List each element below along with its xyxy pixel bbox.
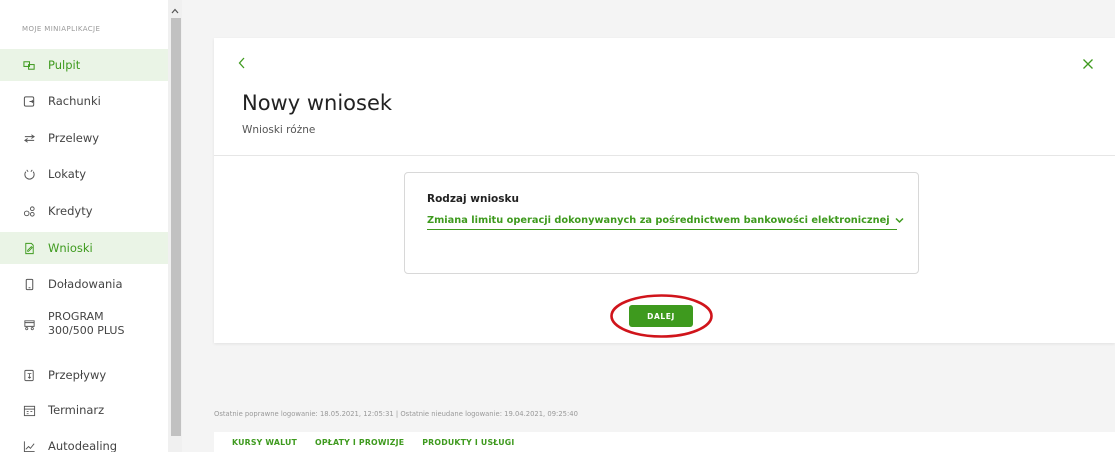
next-button-wrapper: DALEJ <box>609 293 714 339</box>
dashboard-icon <box>22 58 36 72</box>
request-type-select[interactable]: Zmiana limitu operacji dokonywanych za p… <box>427 211 904 230</box>
request-type-label: Rodzaj wniosku <box>427 193 519 205</box>
request-type-form: Rodzaj wniosku Zmiana limitu operacji do… <box>404 172 919 274</box>
sidebar: MOJE MINIAPLIKACJE Pulpit Rachunki Przel… <box>0 0 168 452</box>
flows-icon <box>22 368 36 382</box>
sidebar-item-program-300-500-plus[interactable]: PROGRAM 300/500 PLUS <box>0 304 168 344</box>
next-button[interactable]: DALEJ <box>629 305 693 327</box>
sidebar-item-label: Rachunki <box>48 93 101 108</box>
close-button[interactable] <box>1081 56 1095 72</box>
stroller-icon <box>22 317 36 331</box>
chart-line-icon <box>22 439 36 452</box>
footer-link-oplaty-i-prowizje[interactable]: OPŁATY I PROWIZJE <box>315 438 404 447</box>
sidebar-item-label: Pulpit <box>48 57 81 72</box>
sidebar-item-lokaty[interactable]: Lokaty <box>0 158 168 190</box>
document-pen-icon <box>22 241 36 255</box>
sidebar-item-terminarz[interactable]: Terminarz <box>0 394 168 426</box>
page-subtitle: Wnioski różne <box>242 124 316 136</box>
sidebar-item-label: Przepływy <box>48 367 107 382</box>
footer-link-kursy-walut[interactable]: KURSY WALUT <box>232 438 297 447</box>
footer-link-produkty-i-uslugi[interactable]: PRODUKTY I USŁUGI <box>422 438 514 447</box>
sidebar-item-przelewy[interactable]: Przelewy <box>0 122 168 154</box>
sidebar-item-rachunki[interactable]: Rachunki <box>0 85 168 117</box>
footer-bar: KURSY WALUT OPŁATY I PROWIZJE PRODUKTY I… <box>214 432 1115 452</box>
sidebar-item-wnioski[interactable]: Wnioski <box>0 232 168 264</box>
sidebar-item-label: Kredyty <box>48 203 93 218</box>
back-button[interactable] <box>237 56 251 72</box>
calendar-icon <box>22 403 36 417</box>
chevron-down-icon <box>895 216 904 225</box>
sidebar-item-label: Przelewy <box>48 130 100 145</box>
sidebar-item-autodealing[interactable]: Autodealing <box>0 430 168 452</box>
login-info: Ostatnie poprawne logowanie: 18.05.2021,… <box>214 410 578 418</box>
sidebar-scrollbar-thumb[interactable] <box>171 18 181 436</box>
chevron-left-icon <box>238 57 245 69</box>
close-icon <box>1083 59 1093 69</box>
sidebar-item-pulpit[interactable]: Pulpit <box>0 49 168 81</box>
sidebar-item-label: PROGRAM 300/500 PLUS <box>48 310 125 337</box>
sidebar-item-label: Autodealing <box>48 438 118 452</box>
page-title: Nowy wniosek <box>242 91 393 115</box>
scroll-up-arrow-icon[interactable] <box>170 6 180 16</box>
credit-icon <box>22 204 36 218</box>
sidebar-item-label: Wnioski <box>48 240 93 255</box>
savings-icon <box>22 167 36 181</box>
sidebar-item-label: Doładowania <box>48 276 123 291</box>
sidebar-heading: MOJE MINIAPLIKACJE <box>22 25 101 33</box>
new-request-card: Nowy wniosek Wnioski różne Rodzaj wniosk… <box>214 38 1115 343</box>
sidebar-item-kredyty[interactable]: Kredyty <box>0 195 168 227</box>
request-type-selected-value: Zmiana limitu operacji dokonywanych za p… <box>427 214 890 226</box>
sidebar-item-label: Terminarz <box>48 402 105 417</box>
divider <box>214 155 1115 156</box>
transfer-arrows-icon <box>22 131 36 145</box>
accounts-icon <box>22 94 36 108</box>
sidebar-item-doladowania[interactable]: Doładowania <box>0 268 168 300</box>
sidebar-item-label: Lokaty <box>48 166 87 181</box>
phone-icon <box>22 277 36 291</box>
sidebar-item-przeplywy[interactable]: Przepływy <box>0 359 168 391</box>
